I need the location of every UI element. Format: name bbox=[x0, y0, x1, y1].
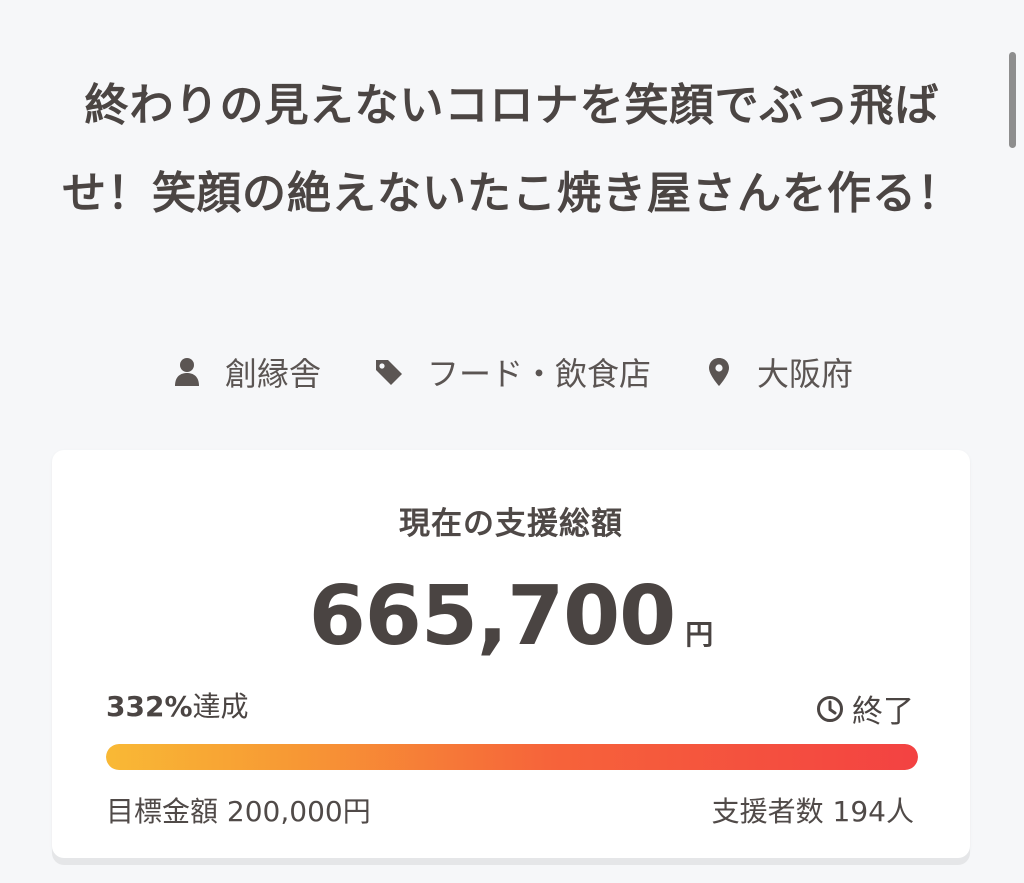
progress-bar-fill bbox=[106, 744, 918, 770]
project-status: 終了 bbox=[816, 686, 914, 731]
achievement-suffix: 達成 bbox=[192, 690, 249, 723]
achievement-percent: 332% bbox=[106, 690, 193, 723]
currency-unit: 円 bbox=[685, 618, 714, 651]
page-scrollbar[interactable] bbox=[1009, 52, 1016, 148]
total-funding-amount: 665,700 bbox=[308, 569, 676, 664]
category-name: フード・飲食店 bbox=[426, 355, 651, 393]
location-link[interactable]: 大阪府 bbox=[703, 349, 853, 395]
tag-icon bbox=[375, 360, 402, 385]
goal-value: 200,000円 bbox=[226, 795, 371, 828]
user-icon bbox=[174, 358, 199, 386]
total-funding: 665,700 円 bbox=[52, 570, 970, 664]
status-label: 終了 bbox=[852, 694, 914, 730]
total-funding-label: 現在の支援総額 bbox=[399, 506, 623, 542]
location-name: 大阪府 bbox=[757, 355, 854, 393]
map-pin-icon bbox=[709, 358, 729, 386]
project-meta: 創縁舎 フード・飲食店 大阪府 bbox=[0, 346, 1024, 398]
project-title: 終わりの見えないコロナを笑顔でぶっ飛ばせ！笑顔の絶えないたこ焼き屋さんを作る！ bbox=[62, 80, 962, 219]
goal-label: 目標金額 bbox=[106, 795, 219, 828]
category-link[interactable]: フード・飲食店 bbox=[373, 349, 651, 395]
owner-link[interactable]: 創縁舎 bbox=[171, 349, 321, 395]
funding-card: 現在の支援総額 665,700 円 332%達成 終了 目標金額 200,000円… bbox=[52, 450, 970, 858]
goal-amount: 目標金額 200,000円 bbox=[106, 790, 371, 830]
backers-count: 支援者数 194人 bbox=[712, 790, 914, 830]
achievement-rate: 332%達成 bbox=[106, 685, 249, 725]
progress-bar bbox=[106, 744, 918, 770]
backers-value: 194人 bbox=[832, 795, 914, 828]
owner-name: 創縁舎 bbox=[224, 355, 321, 393]
clock-icon bbox=[817, 695, 843, 722]
backers-label: 支援者数 bbox=[711, 795, 824, 828]
